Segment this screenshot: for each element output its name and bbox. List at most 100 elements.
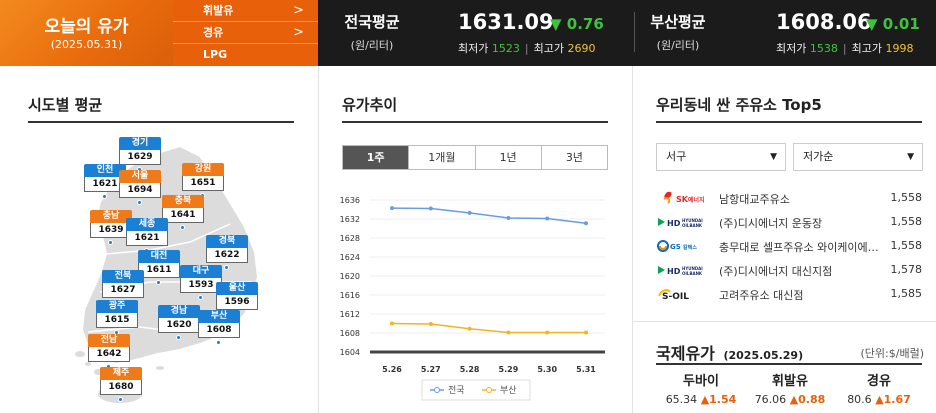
banner-date: (2025.05.31): [50, 38, 123, 51]
region-label-daejeon[interactable]: 대전 1611: [138, 250, 180, 285]
region-name: 광주: [96, 300, 138, 313]
region-label-gyeongbuk[interactable]: 경북 1622: [206, 235, 248, 270]
busan-min-max: 최저가 1538 | 최고가 1998: [776, 42, 914, 55]
header-bar: 오늘의 유가 (2025.05.31) 휘발유 > 경유 > LPG 전국평균 …: [0, 0, 936, 66]
region-value: 1596: [216, 295, 258, 310]
international-date: (2025.05.29): [723, 349, 804, 362]
data-point: [506, 330, 511, 335]
intl-value-row: 80.6 ▲1.67: [834, 393, 924, 406]
station-name: 충무대로 셀프주유소 와이케이에…: [719, 241, 879, 254]
min-label: 최저가: [458, 42, 489, 55]
busan-average-price: 1608.06: [776, 10, 872, 34]
station-row[interactable]: SK 에너지 남항대교주유소 1,558: [656, 186, 922, 210]
region-value: 1611: [138, 263, 180, 278]
tab-1-week[interactable]: 1주: [343, 146, 409, 169]
region-name: 제주: [100, 367, 142, 380]
region-value: 1651: [182, 176, 224, 191]
chevron-down-icon: ▼: [907, 152, 914, 162]
intl-gasoline: 휘발유 76.06 ▲0.88: [745, 370, 835, 406]
region-label-gwangju[interactable]: 광주 1615: [96, 300, 138, 335]
data-point: [467, 210, 472, 215]
region-marker-dot: [216, 340, 221, 345]
region-name: 경기: [119, 137, 161, 150]
fuel-menu-diesel[interactable]: 경유 >: [173, 22, 318, 44]
station-price: 1,558: [890, 239, 923, 252]
x-tick-label: 5.29: [499, 365, 519, 374]
station-row[interactable]: HD HYUNDAI OILBANK (주)디시에너지 대신지점 1,578: [656, 258, 922, 282]
region-label-gyeonggi[interactable]: 경기 1629: [119, 137, 161, 172]
x-tick-label: 5.31: [576, 365, 596, 374]
fuel-menu-gasoline[interactable]: 휘발유 >: [173, 0, 318, 22]
data-point: [428, 206, 433, 211]
region-value: 1627: [102, 283, 144, 298]
x-tick-label: 5.30: [537, 365, 557, 374]
region-label-jeju[interactable]: 제주 1680: [100, 367, 142, 402]
region-value: 1621: [126, 231, 168, 246]
region-name: 경북: [206, 235, 248, 248]
svg-text:칼텍스: 칼텍스: [683, 244, 697, 251]
intl-value: 76.06: [754, 393, 787, 406]
tab-1-year[interactable]: 1년: [474, 146, 541, 169]
region-label-busan[interactable]: 부산 1608: [198, 310, 240, 345]
data-point: [428, 321, 433, 326]
station-price: 1,558: [890, 215, 923, 228]
data-point: [584, 330, 588, 335]
national-average: 전국평균 (원/리터) 1631.09 ▼ 0.76 최저가 1523 | 최고가 …: [318, 0, 634, 66]
intl-name: 휘발유: [772, 374, 808, 389]
y-tick-label: 1608: [340, 329, 360, 338]
national-average-change: ▼ 0.76: [550, 15, 604, 33]
region-marker-dot: [118, 397, 123, 402]
svg-text:HD: HD: [667, 267, 681, 276]
min-label: 최저가: [776, 42, 807, 55]
region-label-sejong[interactable]: 세종 1621: [126, 218, 168, 253]
y-tick-label: 1636: [340, 196, 360, 205]
island-shape: [85, 362, 91, 366]
max-label: 최고가: [533, 42, 564, 55]
average-price-strip: 전국평균 (원/리터) 1631.09 ▼ 0.76 최저가 1523 | 최고가 …: [318, 0, 936, 66]
section-rule: [656, 121, 922, 123]
region-label-jeonnam[interactable]: 전남 1642: [88, 334, 130, 369]
x-tick-label: 5.27: [421, 365, 441, 374]
region-label-seoul[interactable]: 서울 1694: [119, 170, 161, 205]
station-row[interactable]: GS 칼텍스 충무대로 셀프주유소 와이케이에… 1,558: [656, 234, 922, 258]
region-marker-dot: [224, 265, 229, 270]
region-label-jeonbuk[interactable]: 전북 1627: [102, 270, 144, 305]
tab-3-years[interactable]: 3년: [540, 146, 607, 169]
y-tick-label: 1620: [340, 272, 360, 281]
legend-label: 전국: [448, 385, 465, 396]
svg-text:SK: SK: [676, 195, 689, 204]
intl-change: ▲1.67: [875, 393, 911, 406]
data-point: [584, 221, 588, 226]
banner-title: 오늘의 유가: [44, 17, 129, 37]
station-row[interactable]: HD HYUNDAI OILBANK (주)디시에너지 운동장 1,558: [656, 210, 922, 234]
region-value: 1629: [119, 150, 161, 165]
station-row[interactable]: S-OIL 고려주유소 대신점 1,585: [656, 282, 922, 306]
chevron-down-icon: ▼: [770, 152, 777, 162]
intl-value: 80.6: [847, 393, 872, 406]
intl-name: 경유: [867, 374, 891, 389]
region-marker-dot: [180, 225, 185, 230]
region-label-gyeongnam[interactable]: 경남 1620: [158, 305, 200, 340]
x-tick-label: 5.28: [460, 365, 480, 374]
max-label: 최고가: [851, 42, 882, 55]
region-label-gangwon[interactable]: 강원 1651: [182, 163, 224, 198]
region-label-chungbuk[interactable]: 충북 1641: [162, 195, 204, 230]
fuel-menu-label: 경유: [203, 26, 224, 39]
cheap-stations-title: 우리동네 싼 주유소 Top5: [656, 96, 822, 114]
fuel-menu-lpg[interactable]: LPG: [173, 44, 318, 66]
svg-text:OILBANK: OILBANK: [682, 271, 703, 276]
y-tick-label: 1604: [340, 348, 360, 357]
region-name: 대구: [180, 265, 222, 278]
tab-1-month[interactable]: 1개월: [408, 146, 475, 169]
busan-average-title: 부산평균: [650, 13, 706, 31]
fuel-menu-label: LPG: [203, 48, 228, 61]
district-select[interactable]: 서구 ▼: [656, 143, 786, 171]
svg-text:GS: GS: [670, 243, 681, 251]
region-label-ulsan[interactable]: 울산 1596: [216, 282, 258, 317]
region-name: 전북: [102, 270, 144, 283]
intl-value-row: 76.06 ▲0.88: [745, 393, 835, 406]
svg-text:S-OIL: S-OIL: [662, 292, 689, 302]
sort-select[interactable]: 저가순 ▼: [793, 143, 923, 171]
busan-average-change: ▼ 0.01: [866, 15, 920, 33]
data-point: [506, 216, 511, 221]
